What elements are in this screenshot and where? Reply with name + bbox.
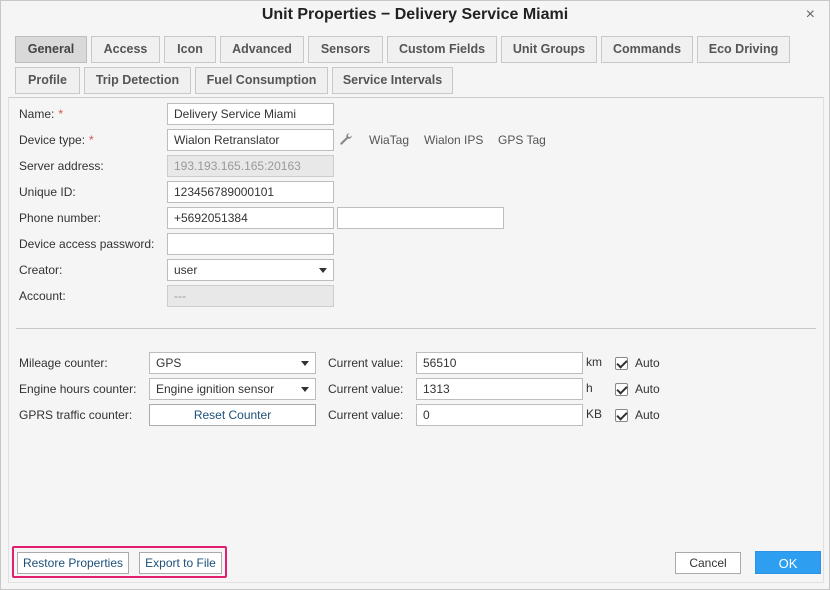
general-tab-content [8, 97, 824, 583]
unique-id-label: Unique ID: [19, 185, 76, 199]
wrench-icon[interactable] [339, 132, 353, 146]
tab-service-intervals[interactable]: Service Intervals [332, 67, 453, 94]
engine-auto-checkbox[interactable] [615, 383, 628, 396]
section-divider [16, 328, 816, 329]
engine-auto-label: Auto [635, 382, 660, 396]
device-type-input[interactable]: Wialon Retranslator [167, 129, 334, 151]
device-type-label: Device type: * [19, 133, 94, 147]
tab-sensors[interactable]: Sensors [308, 36, 383, 63]
password-input[interactable] [167, 233, 334, 255]
phone-input[interactable]: +5692051384 [167, 207, 334, 229]
device-link-wiatag[interactable]: WiaTag [369, 130, 409, 150]
mileage-auto-label: Auto [635, 356, 660, 370]
gprs-auto-checkbox[interactable] [615, 409, 628, 422]
tab-access[interactable]: Access [91, 36, 160, 63]
account-input: --- [167, 285, 334, 307]
server-address-label: Server address: [19, 159, 104, 173]
phone2-input[interactable] [337, 207, 504, 229]
mileage-current-value-input[interactable]: 56510 [416, 352, 583, 374]
close-icon[interactable]: × [806, 7, 815, 23]
gprs-unit: KB [586, 407, 603, 421]
tab-icon[interactable]: Icon [164, 36, 216, 63]
gprs-counter-label: GPRS traffic counter: [19, 408, 133, 422]
engine-hours-label: Engine hours counter: [19, 382, 137, 396]
mileage-unit: km [586, 355, 602, 369]
tab-unit-groups[interactable]: Unit Groups [501, 36, 597, 63]
export-to-file-button[interactable]: Export to File [139, 552, 222, 574]
restore-properties-button[interactable]: Restore Properties [17, 552, 129, 574]
engine-unit: h [586, 381, 593, 395]
tab-fuel-consumption[interactable]: Fuel Consumption [195, 67, 328, 94]
gprs-current-value-label: Current value: [328, 408, 404, 422]
tab-general[interactable]: General [15, 36, 87, 63]
name-input[interactable]: Delivery Service Miami [167, 103, 334, 125]
creator-label: Creator: [19, 263, 63, 277]
tab-trip-detection[interactable]: Trip Detection [84, 67, 191, 94]
engine-current-value-label: Current value: [328, 382, 404, 396]
name-label: Name: * [19, 107, 64, 121]
device-link-wialon-ips[interactable]: Wialon IPS [424, 130, 483, 150]
reset-counter-button[interactable]: Reset Counter [149, 404, 316, 426]
ok-button[interactable]: OK [755, 551, 821, 574]
password-label: Device access password: [19, 237, 155, 251]
tab-custom-fields[interactable]: Custom Fields [387, 36, 497, 63]
dialog-title: Unit Properties − Delivery Service Miami [261, 6, 569, 23]
cancel-button[interactable]: Cancel [675, 552, 741, 574]
device-link-gps-tag[interactable]: GPS Tag [498, 130, 546, 150]
tab-advanced[interactable]: Advanced [220, 36, 304, 63]
unique-id-input[interactable]: 123456789000101 [167, 181, 334, 203]
account-label: Account: [19, 289, 66, 303]
tab-profile[interactable]: Profile [15, 67, 80, 94]
mileage-auto-checkbox[interactable] [615, 357, 628, 370]
mileage-counter-select[interactable]: GPS [149, 352, 316, 374]
gprs-current-value-input[interactable]: 0 [416, 404, 583, 426]
phone-label: Phone number: [19, 211, 102, 225]
gprs-auto-label: Auto [635, 408, 660, 422]
engine-hours-select[interactable]: Engine ignition sensor [149, 378, 316, 400]
mileage-current-value-label: Current value: [328, 356, 404, 370]
creator-select[interactable]: user [167, 259, 334, 281]
tab-eco-driving[interactable]: Eco Driving [697, 36, 790, 63]
mileage-counter-label: Mileage counter: [19, 356, 108, 370]
engine-current-value-input[interactable]: 1313 [416, 378, 583, 400]
server-address-input: 193.193.165.165:20163 [167, 155, 334, 177]
tab-commands[interactable]: Commands [601, 36, 693, 63]
unit-properties-dialog: Unit Properties − Delivery Service Miami… [0, 0, 830, 590]
